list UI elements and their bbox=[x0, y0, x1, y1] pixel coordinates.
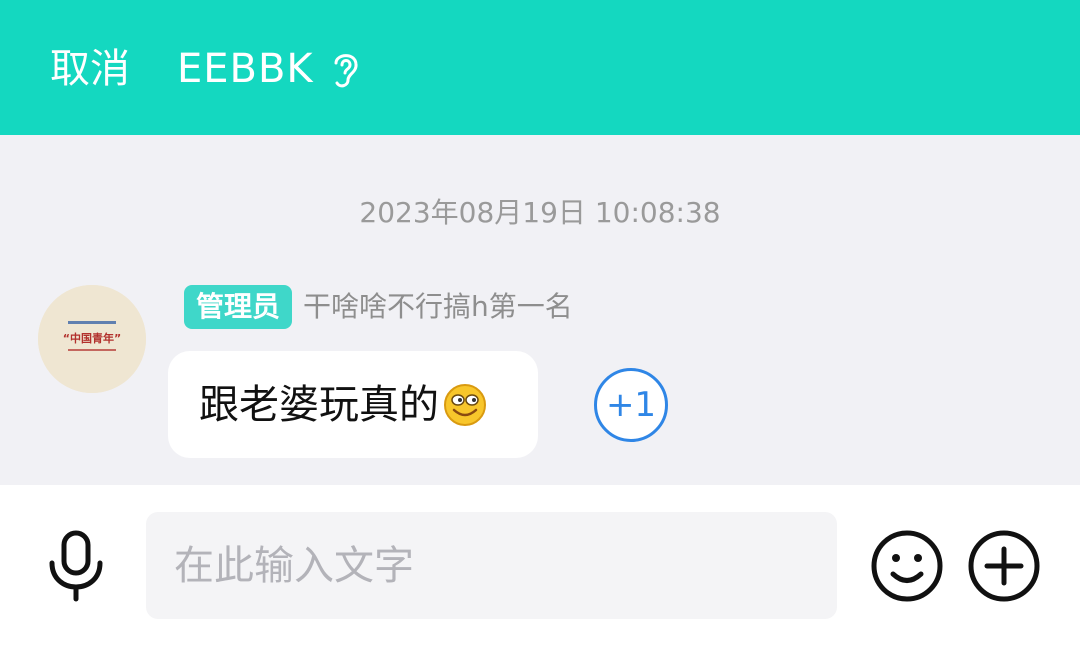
message-text: 跟老婆玩真的 bbox=[199, 381, 439, 428]
plus-circle-icon[interactable] bbox=[967, 529, 1041, 603]
message-input[interactable] bbox=[146, 512, 837, 619]
plus-one-button[interactable]: +1 bbox=[594, 368, 668, 442]
message-timestamp: 2023年08月19日 10:08:38 bbox=[359, 196, 721, 229]
message-list[interactable]: 2023年08月19日 10:08:38 “中国青年” 管理员 干啥啥不行搞h第… bbox=[0, 135, 1080, 485]
cancel-button[interactable]: 取消 bbox=[50, 44, 130, 94]
chat-title-area: EEBBK bbox=[177, 44, 362, 94]
input-bar bbox=[0, 485, 1080, 647]
ear-icon[interactable] bbox=[328, 48, 362, 90]
smiling-emoji-icon bbox=[444, 383, 486, 426]
chat-title: EEBBK bbox=[177, 46, 314, 92]
smile-icon[interactable] bbox=[870, 529, 944, 603]
avatar[interactable]: “中国青年” bbox=[38, 285, 146, 393]
admin-badge: 管理员 bbox=[184, 285, 293, 329]
sender-name: 干啥啥不行搞h第一名 bbox=[303, 290, 573, 323]
microphone-icon[interactable] bbox=[45, 529, 107, 603]
avatar-image: “中国青年” bbox=[38, 285, 146, 393]
top-bar: 取消 EEBBK bbox=[0, 0, 1080, 135]
message-bubble[interactable]: 跟老婆玩真的 bbox=[168, 351, 538, 458]
avatar-text: “中国青年” bbox=[63, 331, 121, 345]
